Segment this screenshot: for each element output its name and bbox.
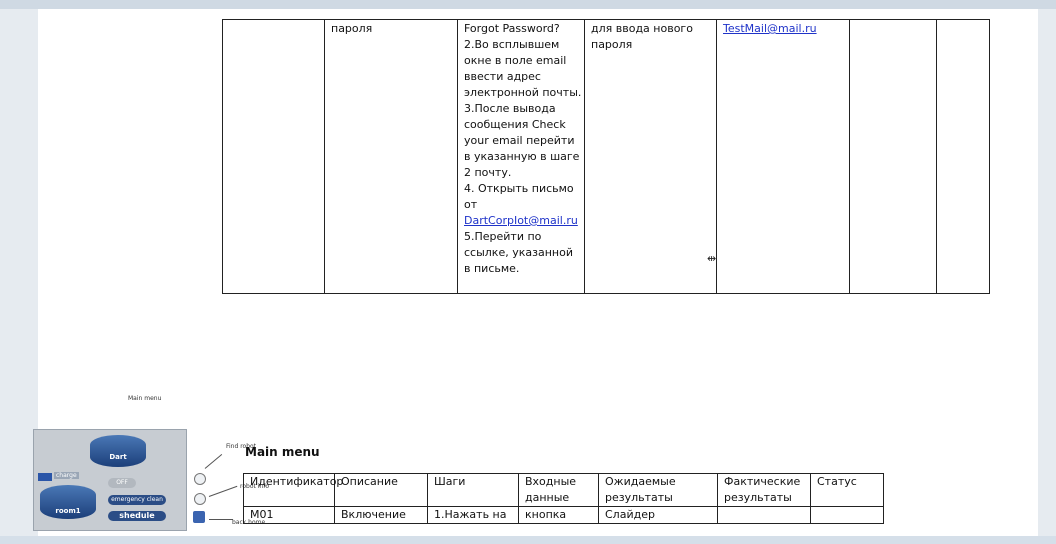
th-steps: Шаги <box>427 473 519 507</box>
off-toggle: OFF <box>108 478 136 488</box>
table-header-row: Идентификатор Описание Шаги Входные данн… <box>243 473 884 507</box>
info-icon <box>194 493 206 505</box>
emergency-clean-button: emergency clean <box>108 495 166 505</box>
table-row: M01 Включение 1.Нажать на кнопка Слайдер <box>243 506 884 524</box>
connector-line <box>208 485 238 497</box>
test-case-table-fragment: пароля Forgot Password? 2.Во всплывшем о… <box>222 19 990 294</box>
th-id: Идентификатор <box>243 473 343 507</box>
th-input: Входные данные <box>518 473 599 507</box>
schedule-button: shedule <box>108 511 166 521</box>
diagram-title: Main menu <box>128 395 162 402</box>
th-actual: Фактические результаты <box>717 473 811 507</box>
main-menu-diagram: Main menu Find robot robot info back hom… <box>20 385 269 535</box>
find-robot-icon <box>194 473 206 485</box>
table-cell-expected: TestMail@mail.ru <box>716 19 850 294</box>
table-cell-empty <box>222 19 325 294</box>
table-cell-actual <box>849 19 937 294</box>
robot-cylinder-dart: Dart <box>90 435 146 467</box>
connector-line <box>209 519 233 520</box>
battery-icon <box>38 473 52 481</box>
room-cylinder: room1 <box>40 485 96 519</box>
main-menu-test-table: Идентификатор Описание Шаги Входные данн… <box>243 473 884 524</box>
charge-label: charge <box>54 472 79 479</box>
status-bar <box>0 536 1056 544</box>
table-cell-status <box>936 19 990 294</box>
connector-line <box>204 453 223 469</box>
th-status: Статус <box>810 473 884 507</box>
home-icon <box>193 511 205 523</box>
column-resize-cursor-icon: ⇹ <box>707 252 717 265</box>
th-expected: Ожидаемые результаты <box>598 473 718 507</box>
section-heading: Main menu <box>245 445 320 459</box>
email-link-dartcorp[interactable]: DartCorpIot@mail.ru <box>464 213 578 229</box>
window-top-bar <box>0 0 1056 9</box>
th-description: Описание <box>334 473 428 507</box>
table-cell-steps: Forgot Password? 2.Во всплывшем окне в п… <box>457 19 585 294</box>
table-cell-input-data: для ввода нового пароля <box>584 19 717 294</box>
table-cell-description: пароля <box>324 19 458 294</box>
email-link-testmail[interactable]: TestMail@mail.ru <box>723 22 817 35</box>
